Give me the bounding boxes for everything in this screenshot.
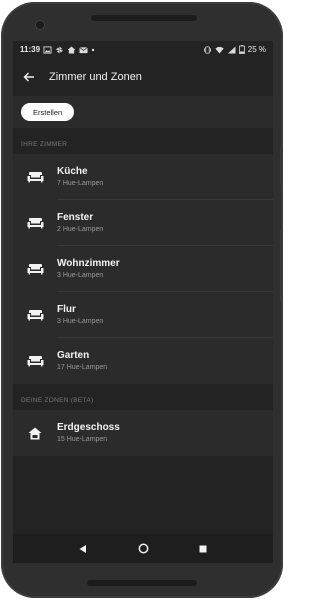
room-lamp-count: 3 Hue-Lampen: [57, 271, 104, 279]
room-name: Flur: [57, 303, 76, 315]
arrow-back-icon: [23, 72, 34, 82]
system-nav-bar: [13, 534, 273, 563]
mail-notification-icon: [79, 46, 88, 53]
vibrate-icon: [203, 45, 211, 54]
nav-home-button[interactable]: [136, 542, 150, 556]
room-name: Garten: [57, 349, 90, 361]
more-notifications-dot-icon: [91, 48, 95, 51]
room-row-kueche[interactable]: Küche 7 Hue-Lampen: [13, 154, 273, 200]
room-row-wohnzimmer[interactable]: Wohnzimmer 3 Hue-Lampen: [13, 246, 273, 292]
front-camera: [35, 20, 45, 30]
status-time: 11:39: [20, 45, 41, 54]
square-recents-icon: [199, 545, 207, 552]
create-button[interactable]: Erstellen: [21, 103, 75, 121]
pinwheel-notification-icon: [55, 45, 64, 54]
room-row-fenster[interactable]: Fenster 2 Hue-Lampen: [13, 200, 273, 246]
room-lamp-count: 17 Hue-Lampen: [57, 363, 108, 371]
room-lamp-count: 7 Hue-Lampen: [57, 179, 104, 187]
screen: 11:39 25 % Zimmer und Zonen Erstellen IH…: [13, 41, 273, 563]
page-title: Zimmer und Zonen: [49, 71, 142, 83]
earpiece-speaker: [91, 15, 197, 21]
rooms-list: Küche 7 Hue-Lampen Fenster 2 Hue-Lampen …: [13, 154, 273, 384]
sofa-icon: [27, 172, 43, 183]
wifi-icon: [215, 46, 224, 54]
image-notification-icon: [43, 45, 52, 54]
room-lamp-count: 2 Hue-Lampen: [57, 225, 104, 233]
zone-lamp-count: 15 Hue-Lampen: [57, 435, 108, 443]
zones-section-header: DEINE ZONEN (BETA): [21, 397, 94, 404]
circle-home-icon: [138, 543, 148, 554]
nav-back-button[interactable]: [76, 542, 90, 556]
zone-row-erdgeschoss[interactable]: Erdgeschoss 15 Hue-Lampen: [13, 410, 273, 456]
room-row-flur[interactable]: Flur 3 Hue-Lampen: [13, 292, 273, 338]
room-name: Fenster: [57, 211, 94, 223]
zone-name: Erdgeschoss: [57, 421, 120, 433]
back-button[interactable]: [13, 58, 45, 96]
triangle-back-icon: [79, 544, 86, 553]
bottom-speaker: [87, 580, 197, 586]
sofa-icon: [27, 218, 43, 229]
sofa-icon: [27, 264, 43, 275]
sofa-icon: [27, 356, 43, 367]
room-row-garten[interactable]: Garten 17 Hue-Lampen: [13, 338, 273, 384]
home-icon: [28, 427, 42, 439]
zones-list: Erdgeschoss 15 Hue-Lampen: [13, 410, 273, 456]
rooms-section-header: IHRE ZIMMER: [21, 141, 68, 148]
room-lamp-count: 3 Hue-Lampen: [57, 317, 104, 325]
home-notification-icon: [67, 45, 76, 54]
battery-percent: 25 %: [247, 45, 266, 54]
actions-panel: Erstellen: [13, 96, 273, 128]
nav-recents-button[interactable]: [196, 542, 210, 556]
power-button: [280, 147, 283, 185]
sofa-icon: [27, 310, 43, 321]
cell-signal-icon: [227, 45, 236, 54]
volume-button: [280, 230, 283, 302]
room-name: Wohnzimmer: [57, 257, 120, 269]
battery-icon: [238, 45, 245, 54]
app-bar: Zimmer und Zonen: [13, 58, 273, 96]
status-bar: 11:39 25 %: [13, 41, 273, 58]
room-name: Küche: [57, 165, 88, 177]
